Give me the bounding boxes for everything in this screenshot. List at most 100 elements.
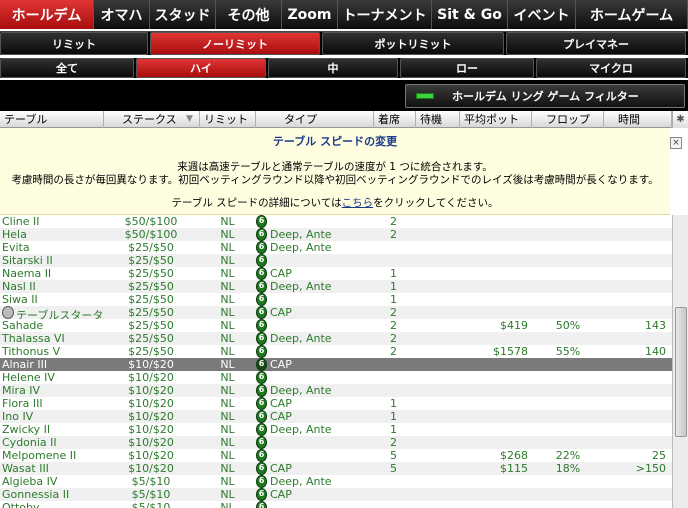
table-avg-pot — [460, 475, 532, 488]
table-stakes: $25/$50 — [128, 293, 174, 306]
notice-close-icon[interactable]: × — [670, 137, 682, 149]
column-settings-gear-icon[interactable]: ✱ — [672, 111, 688, 128]
table-type: CAP — [270, 410, 292, 423]
table-type — [256, 254, 374, 267]
table-seated — [375, 384, 415, 397]
column-table[interactable]: テーブル — [0, 111, 104, 128]
tab-other[interactable]: その他 — [216, 0, 282, 29]
limit-tabs: リミット ノーリミット ポットリミット プレイマネー — [0, 31, 688, 55]
table-row[interactable]: Helene IV $10/$20 NL 6 — [0, 371, 672, 384]
tab-play-money[interactable]: プレイマネー — [506, 32, 686, 55]
table-flop — [532, 475, 604, 488]
table-row[interactable]: Cline II $50/$100 NL 2 6 — [0, 215, 672, 228]
column-limit[interactable]: リミット — [200, 111, 256, 128]
column-avg-pot[interactable]: 平均ポット — [460, 111, 532, 128]
table-row[interactable]: Mira IV $10/$20 NL Deep, Ante 6 — [0, 384, 672, 397]
table-time — [604, 306, 668, 319]
table-avg-pot: $419 — [500, 319, 528, 332]
table-limit: NL — [220, 423, 235, 436]
column-stakes-label: ステークス — [122, 113, 177, 126]
table-seated — [375, 501, 415, 508]
table-time — [604, 228, 668, 241]
tab-events[interactable]: イベント — [508, 0, 576, 29]
column-flop[interactable]: フロップ — [532, 111, 604, 128]
six-max-badge-icon: 6 — [256, 280, 267, 293]
tab-pot-limit[interactable]: ポットリミット — [322, 32, 504, 55]
table-row[interactable]: Tithonus V $25/$50 NL 2 $1578 55% 140 6 — [0, 345, 672, 358]
ring-game-filter-button[interactable]: ホールデム リング ゲーム フィルター — [405, 84, 685, 108]
table-limit: NL — [220, 267, 235, 280]
table-type — [256, 215, 374, 228]
tab-no-limit[interactable]: ノーリミット — [150, 32, 320, 55]
table-row[interactable]: Naema II $25/$50 NL CAP 1 6 — [0, 267, 672, 280]
column-stakes[interactable]: ステークス ▼ — [104, 111, 200, 128]
table-type: CAP — [270, 462, 292, 475]
tab-stakes-medium[interactable]: 中 — [268, 58, 398, 78]
table-row[interactable]: Siwa II $25/$50 NL 1 6 — [0, 293, 672, 306]
table-row[interactable]: Hela $50/$100 NL Deep, Ante 2 6 — [0, 228, 672, 241]
column-type[interactable]: タイプ — [256, 111, 374, 128]
table-time — [604, 501, 668, 508]
table-row[interactable]: Sahade $25/$50 NL 2 $419 50% 143 6 — [0, 319, 672, 332]
tab-omaha[interactable]: オマハ — [94, 0, 150, 29]
table-avg-pot — [460, 358, 532, 371]
six-max-badge-icon: 6 — [256, 488, 267, 501]
table-seated: 2 — [390, 332, 397, 345]
tab-stakes-micro[interactable]: マイクロ — [536, 58, 686, 78]
table-name: Cydonia II — [2, 436, 57, 449]
tab-limit[interactable]: リミット — [0, 32, 148, 55]
notice-details-link[interactable]: こちら — [342, 197, 374, 209]
table-type: CAP — [270, 267, 292, 280]
table-avg-pot — [460, 267, 532, 280]
table-avg-pot — [460, 410, 532, 423]
table-row[interactable]: Alnair III $10/$20 NL CAP 6 — [0, 358, 672, 371]
six-max-badge-icon: 6 — [256, 449, 267, 462]
vertical-scrollbar[interactable] — [672, 215, 688, 508]
scrollbar-thumb[interactable] — [675, 307, 687, 437]
tab-sit-and-go[interactable]: Sit & Go — [432, 0, 508, 29]
table-row[interactable]: Melpomene II $10/$20 NL 5 $268 22% 25 6 — [0, 449, 672, 462]
tab-stud[interactable]: スタッド — [150, 0, 216, 29]
table-row[interactable]: Gonnessia II $5/$10 NL CAP 6 — [0, 488, 672, 501]
table-seated: 1 — [390, 410, 397, 423]
table-row[interactable]: Cydonia II $10/$20 NL 2 6 — [0, 436, 672, 449]
tab-stakes-all[interactable]: 全て — [0, 58, 134, 78]
table-stakes: $25/$50 — [128, 319, 174, 332]
table-row[interactable]: Evita $25/$50 NL Deep, Ante 6 — [0, 241, 672, 254]
table-row[interactable]: Flora III $10/$20 NL CAP 1 6 — [0, 397, 672, 410]
table-row[interactable]: Zwicky II $10/$20 NL Deep, Ante 1 6 — [0, 423, 672, 436]
tab-stakes-low[interactable]: ロー — [400, 58, 534, 78]
table-avg-pot — [460, 488, 532, 501]
table-time — [604, 436, 668, 449]
table-row[interactable]: Ottoby $5/$10 NL 6 — [0, 501, 672, 508]
table-row[interactable]: Wasat III $10/$20 NL CAP 5 $115 18% >150 6 — [0, 462, 672, 475]
table-type: Deep, Ante — [270, 280, 332, 293]
table-name: Hela — [2, 228, 27, 241]
table-seated: 5 — [390, 449, 397, 462]
column-seated[interactable]: 着席 — [374, 111, 416, 128]
table-row[interactable]: Thalassa VI $25/$50 NL Deep, Ante 2 6 — [0, 332, 672, 345]
table-row[interactable]: Ino IV $10/$20 NL CAP 1 6 — [0, 410, 672, 423]
tab-stakes-high[interactable]: ハイ — [136, 58, 266, 78]
table-time — [604, 475, 668, 488]
notice-title: テーブル スピードの変更 — [272, 135, 398, 148]
table-stakes: $10/$20 — [128, 358, 174, 371]
tab-holdem[interactable]: ホールデム — [0, 0, 94, 29]
six-max-badge-icon: 6 — [256, 254, 267, 267]
table-stakes: $5/$10 — [131, 475, 171, 488]
table-row[interactable]: Algieba IV $5/$10 NL Deep, Ante 6 — [0, 475, 672, 488]
table-row[interactable]: Nasl II $25/$50 NL Deep, Ante 1 6 — [0, 280, 672, 293]
table-row[interactable]: Sitarski II $25/$50 NL 6 — [0, 254, 672, 267]
tab-zoom[interactable]: Zoom — [282, 0, 338, 29]
table-seated: 5 — [390, 462, 397, 475]
table-avg-pot — [460, 436, 532, 449]
tab-tournament[interactable]: トーナメント — [338, 0, 432, 29]
column-time[interactable]: 時間 — [604, 111, 672, 128]
tab-home-games[interactable]: ホームゲーム — [576, 0, 688, 29]
table-type: Deep, Ante — [270, 475, 332, 488]
table-row[interactable]: テーブルスタータ... $25/$50 NL CAP 2 6 — [0, 306, 672, 319]
table-seated: 1 — [390, 397, 397, 410]
column-waiting[interactable]: 待機 — [416, 111, 460, 128]
table-name: Nasl II — [2, 280, 36, 293]
table-flop — [532, 423, 604, 436]
